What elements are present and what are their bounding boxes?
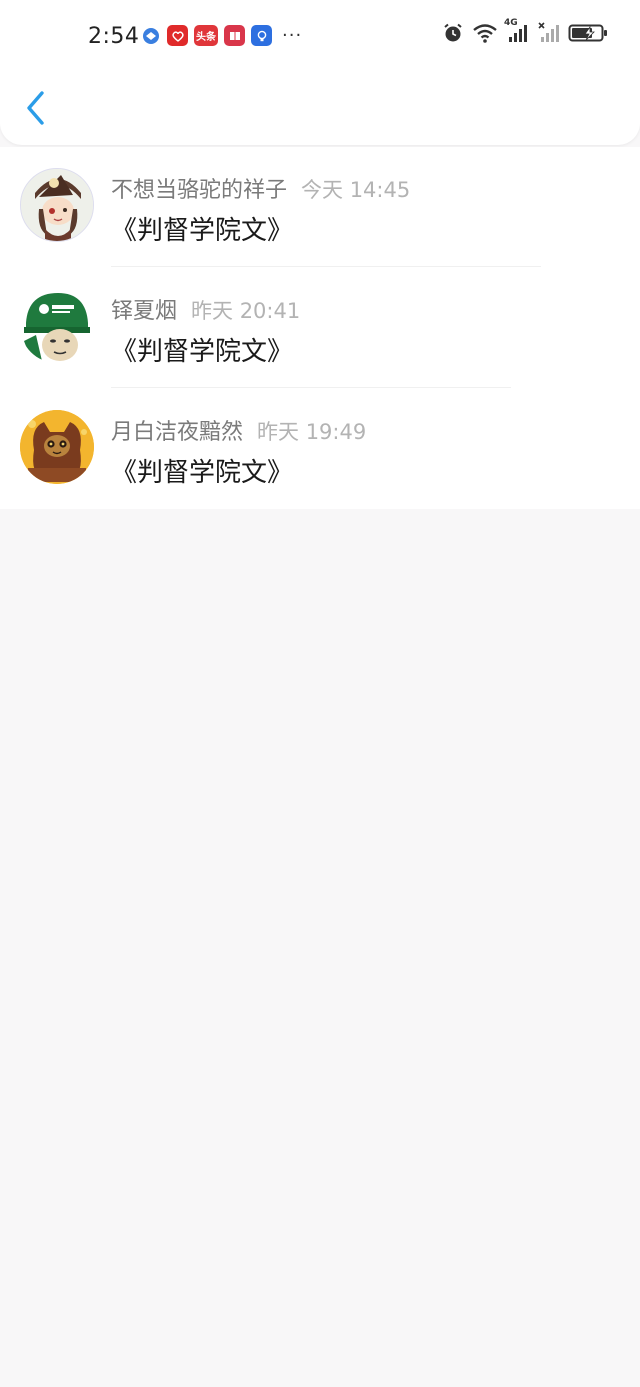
chevron-left-icon — [27, 91, 44, 125]
message-time: 今天 14:45 — [301, 178, 411, 202]
sender-name: 月白洁夜黯然 昨天 19:49 — [111, 414, 366, 446]
bulb-icon — [251, 25, 272, 46]
gift-app-icon — [167, 25, 188, 46]
list-item[interactable]: 不想当骆驼的祥子 今天 14:45 《判督学院文》 — [0, 147, 640, 267]
reader-icon — [224, 25, 245, 46]
message-preview: 《判督学院文》 — [111, 337, 294, 367]
sender-name-text: 月白洁夜黯然 — [111, 420, 244, 445]
signal-no-sim-icon — [538, 22, 560, 48]
message-list: 不想当骆驼的祥子 今天 14:45 《判督学院文》 铎夏烟 昨天 20:41 《判督… — [0, 147, 640, 509]
battery-charging-icon — [568, 22, 608, 48]
toutiao-label: 头条 — [196, 32, 216, 43]
sender-name: 不想当骆驼的祥子 今天 14:45 — [111, 172, 410, 204]
back-button[interactable] — [20, 88, 50, 128]
sender-name-text: 不想当骆驼的祥子 — [111, 178, 288, 203]
message-time: 昨天 20:41 — [191, 299, 301, 323]
row-divider — [111, 266, 541, 267]
message-time: 昨天 19:49 — [257, 420, 367, 444]
sender-name: 铎夏烟 昨天 20:41 — [111, 293, 300, 325]
network-type-label: 4G — [504, 18, 518, 28]
status-time: 2:54 — [88, 24, 140, 49]
signal-icon: 4G — [504, 18, 530, 48]
toutiao-icon: 头条 — [194, 25, 218, 46]
list-item[interactable]: 月白洁夜黯然 昨天 19:49 《判督学院文》 — [0, 389, 640, 509]
wifi-icon — [472, 22, 498, 48]
sender-name-text: 铎夏烟 — [111, 299, 178, 324]
message-preview: 《判督学院文》 — [111, 216, 294, 246]
status-bar: 2:54 头条 ··· 4G — [0, 0, 640, 76]
cat-character-avatar[interactable] — [20, 410, 94, 484]
anime-girl-avatar[interactable] — [20, 168, 94, 242]
message-preview: 《判督学院文》 — [111, 458, 294, 488]
postal-meme-avatar[interactable] — [20, 289, 94, 363]
list-item[interactable]: 铎夏烟 昨天 20:41 《判督学院文》 — [0, 268, 640, 388]
row-divider — [111, 387, 511, 388]
alarm-icon — [442, 22, 464, 48]
browser-icon — [140, 25, 161, 46]
more-notifications: ··· — [282, 25, 303, 46]
